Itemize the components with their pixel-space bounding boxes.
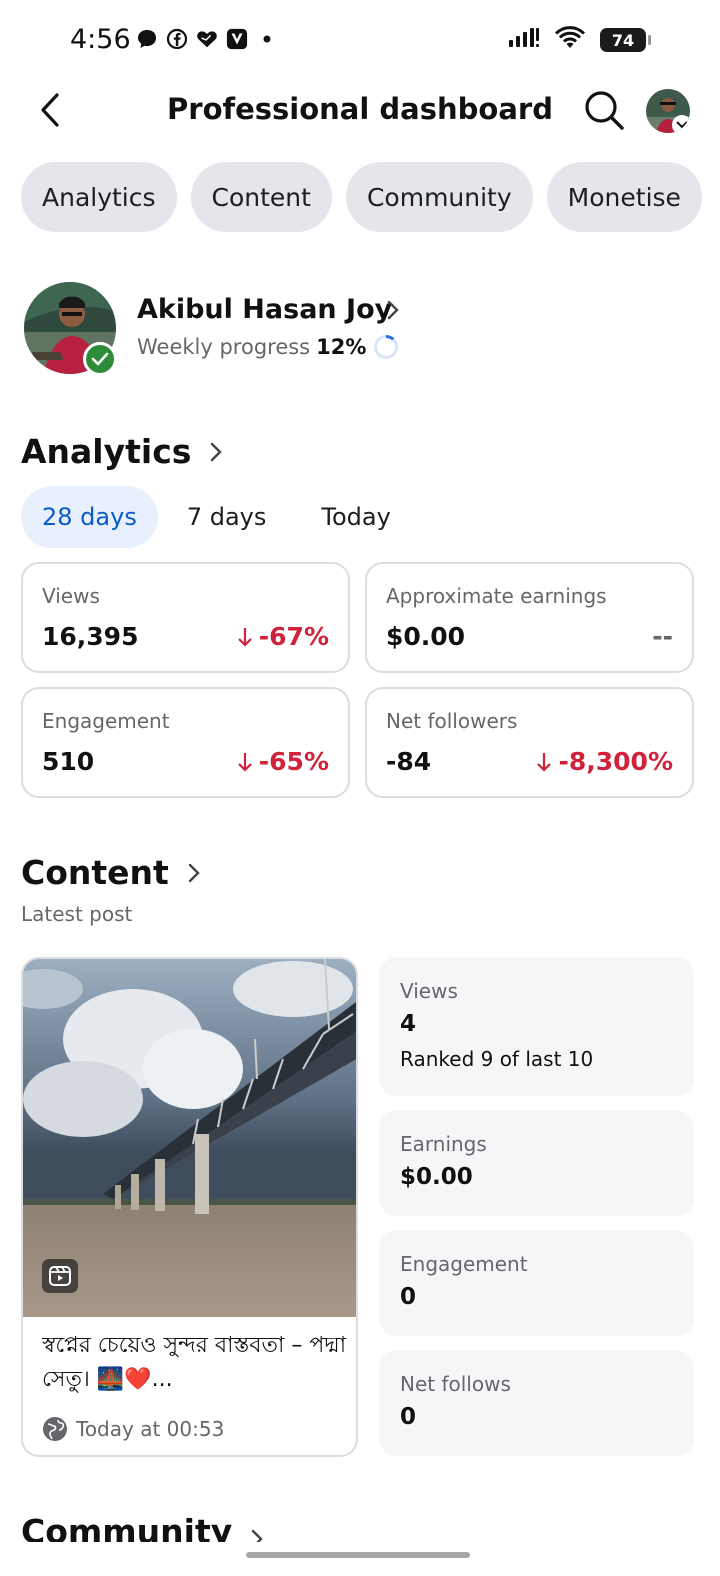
stat-rank: Ranked 9 of last 10	[400, 1047, 594, 1071]
content-section-header[interactable]: Content	[21, 853, 201, 892]
signal-icon	[508, 27, 540, 53]
stat-label: Engagement	[400, 1252, 528, 1276]
analytics-section-header[interactable]: Analytics	[21, 432, 223, 471]
metric-card-net-followers[interactable]: Net followers -84 -8,300%	[365, 687, 694, 798]
post-caption: স্বপ্নের চেয়েও সুন্দর বাস্তবতা – পদ্মা …	[42, 1333, 347, 1392]
account-avatar-button[interactable]	[646, 89, 690, 133]
arrow-down-icon	[238, 752, 252, 772]
chevron-right-icon[interactable]	[386, 298, 400, 326]
profile-summary: Akibul Hasan Joy Weekly progress 12%	[24, 282, 704, 378]
wifi-icon	[554, 26, 586, 54]
profile-name[interactable]: Akibul Hasan Joy	[137, 294, 392, 325]
stat-label: Earnings	[400, 1132, 487, 1156]
metric-label: Net followers	[386, 709, 518, 733]
metric-card-views[interactable]: Views 16,395 -67%	[21, 562, 350, 673]
chip-content[interactable]: Content	[190, 162, 332, 232]
stat-value: 4	[400, 1011, 417, 1037]
range-tabs: 28 days 7 days Today	[21, 486, 412, 548]
search-icon	[585, 91, 624, 130]
chevron-right-icon	[209, 440, 223, 464]
home-indicator[interactable]	[246, 1552, 470, 1558]
reel-icon	[42, 1259, 78, 1293]
post-time-text: Today at 00:53	[76, 1417, 225, 1441]
range-tab-28-days[interactable]: 28 days	[21, 486, 158, 548]
post-stat-net-follows[interactable]: Net follows 0	[379, 1350, 694, 1456]
notification-icons	[136, 28, 278, 50]
section-title: Community	[21, 1512, 233, 1542]
stat-label: Views	[400, 979, 458, 1003]
verified-badge-icon	[83, 342, 117, 376]
arrow-down-icon	[238, 627, 252, 647]
metric-delta-value: --	[652, 622, 673, 651]
battery-icon: 74	[600, 28, 651, 52]
metric-card-earnings[interactable]: Approximate earnings $0.00 --	[365, 562, 694, 673]
metric-delta: -67%	[237, 622, 329, 651]
post-timestamp: Today at 00:53	[42, 1416, 224, 1442]
facebook-icon	[166, 28, 188, 50]
metric-delta: -8,300%	[536, 747, 673, 776]
latest-post-card[interactable]: স্বপ্নের চেয়েও সুন্দর বাস্তবতা – পদ্মা …	[21, 957, 358, 1457]
dot-icon	[256, 28, 278, 50]
chip-community[interactable]: Community	[345, 162, 533, 232]
metric-delta-value: -67%	[258, 622, 329, 651]
range-tab-today[interactable]: Today	[295, 486, 411, 548]
stat-value: 0	[400, 1404, 417, 1430]
progress-label: Weekly progress	[137, 335, 311, 359]
search-button[interactable]	[580, 86, 628, 134]
latest-post-label: Latest post	[21, 902, 133, 926]
progress-ring-icon	[374, 335, 399, 359]
metric-label: Engagement	[42, 709, 170, 733]
community-section-header[interactable]: Community	[21, 1512, 264, 1542]
range-tab-7-days[interactable]: 7 days	[166, 486, 288, 548]
heart-icon	[196, 28, 218, 50]
metric-label: Views	[42, 584, 100, 608]
stat-value: 0	[400, 1284, 417, 1310]
post-stat-engagement[interactable]: Engagement 0	[379, 1230, 694, 1336]
metric-delta: --	[652, 622, 673, 651]
section-title: Analytics	[21, 432, 192, 471]
stat-value: $0.00	[400, 1164, 473, 1190]
stat-label: Net follows	[400, 1372, 511, 1396]
metric-value: 16,395	[42, 622, 139, 651]
metric-label: Approximate earnings	[386, 584, 607, 608]
chevron-down-icon	[672, 115, 690, 133]
status-time: 4:56	[70, 24, 131, 55]
v-app-icon	[226, 28, 248, 50]
globe-icon	[43, 1417, 67, 1441]
metric-value: -84	[386, 747, 432, 776]
chevron-right-icon	[187, 861, 201, 885]
chip-monetise[interactable]: Monetise	[546, 162, 702, 232]
post-thumbnail	[23, 959, 356, 1317]
status-bar: 4:56 74	[0, 0, 720, 80]
metric-value: 510	[42, 747, 95, 776]
post-stat-earnings[interactable]: Earnings $0.00	[379, 1110, 694, 1216]
metric-card-engagement[interactable]: Engagement 510 -65%	[21, 687, 350, 798]
metric-delta-value: -65%	[258, 747, 329, 776]
chat-bubble-icon	[136, 28, 158, 50]
metric-delta-value: -8,300%	[558, 747, 673, 776]
progress-value: 12%	[316, 335, 367, 359]
metric-delta: -65%	[237, 747, 329, 776]
chip-analytics[interactable]: Analytics	[21, 162, 177, 232]
post-stat-views[interactable]: Views 4 Ranked 9 of last 10	[379, 957, 694, 1096]
weekly-progress: Weekly progress 12%	[137, 333, 400, 361]
top-app-bar: Professional dashboard	[0, 78, 720, 142]
arrow-down-icon	[537, 752, 552, 772]
chevron-right-icon	[250, 1512, 264, 1542]
section-chips: Analytics Content Community Monetise	[21, 162, 702, 232]
section-title: Content	[21, 853, 169, 892]
metric-value: $0.00	[386, 622, 466, 651]
